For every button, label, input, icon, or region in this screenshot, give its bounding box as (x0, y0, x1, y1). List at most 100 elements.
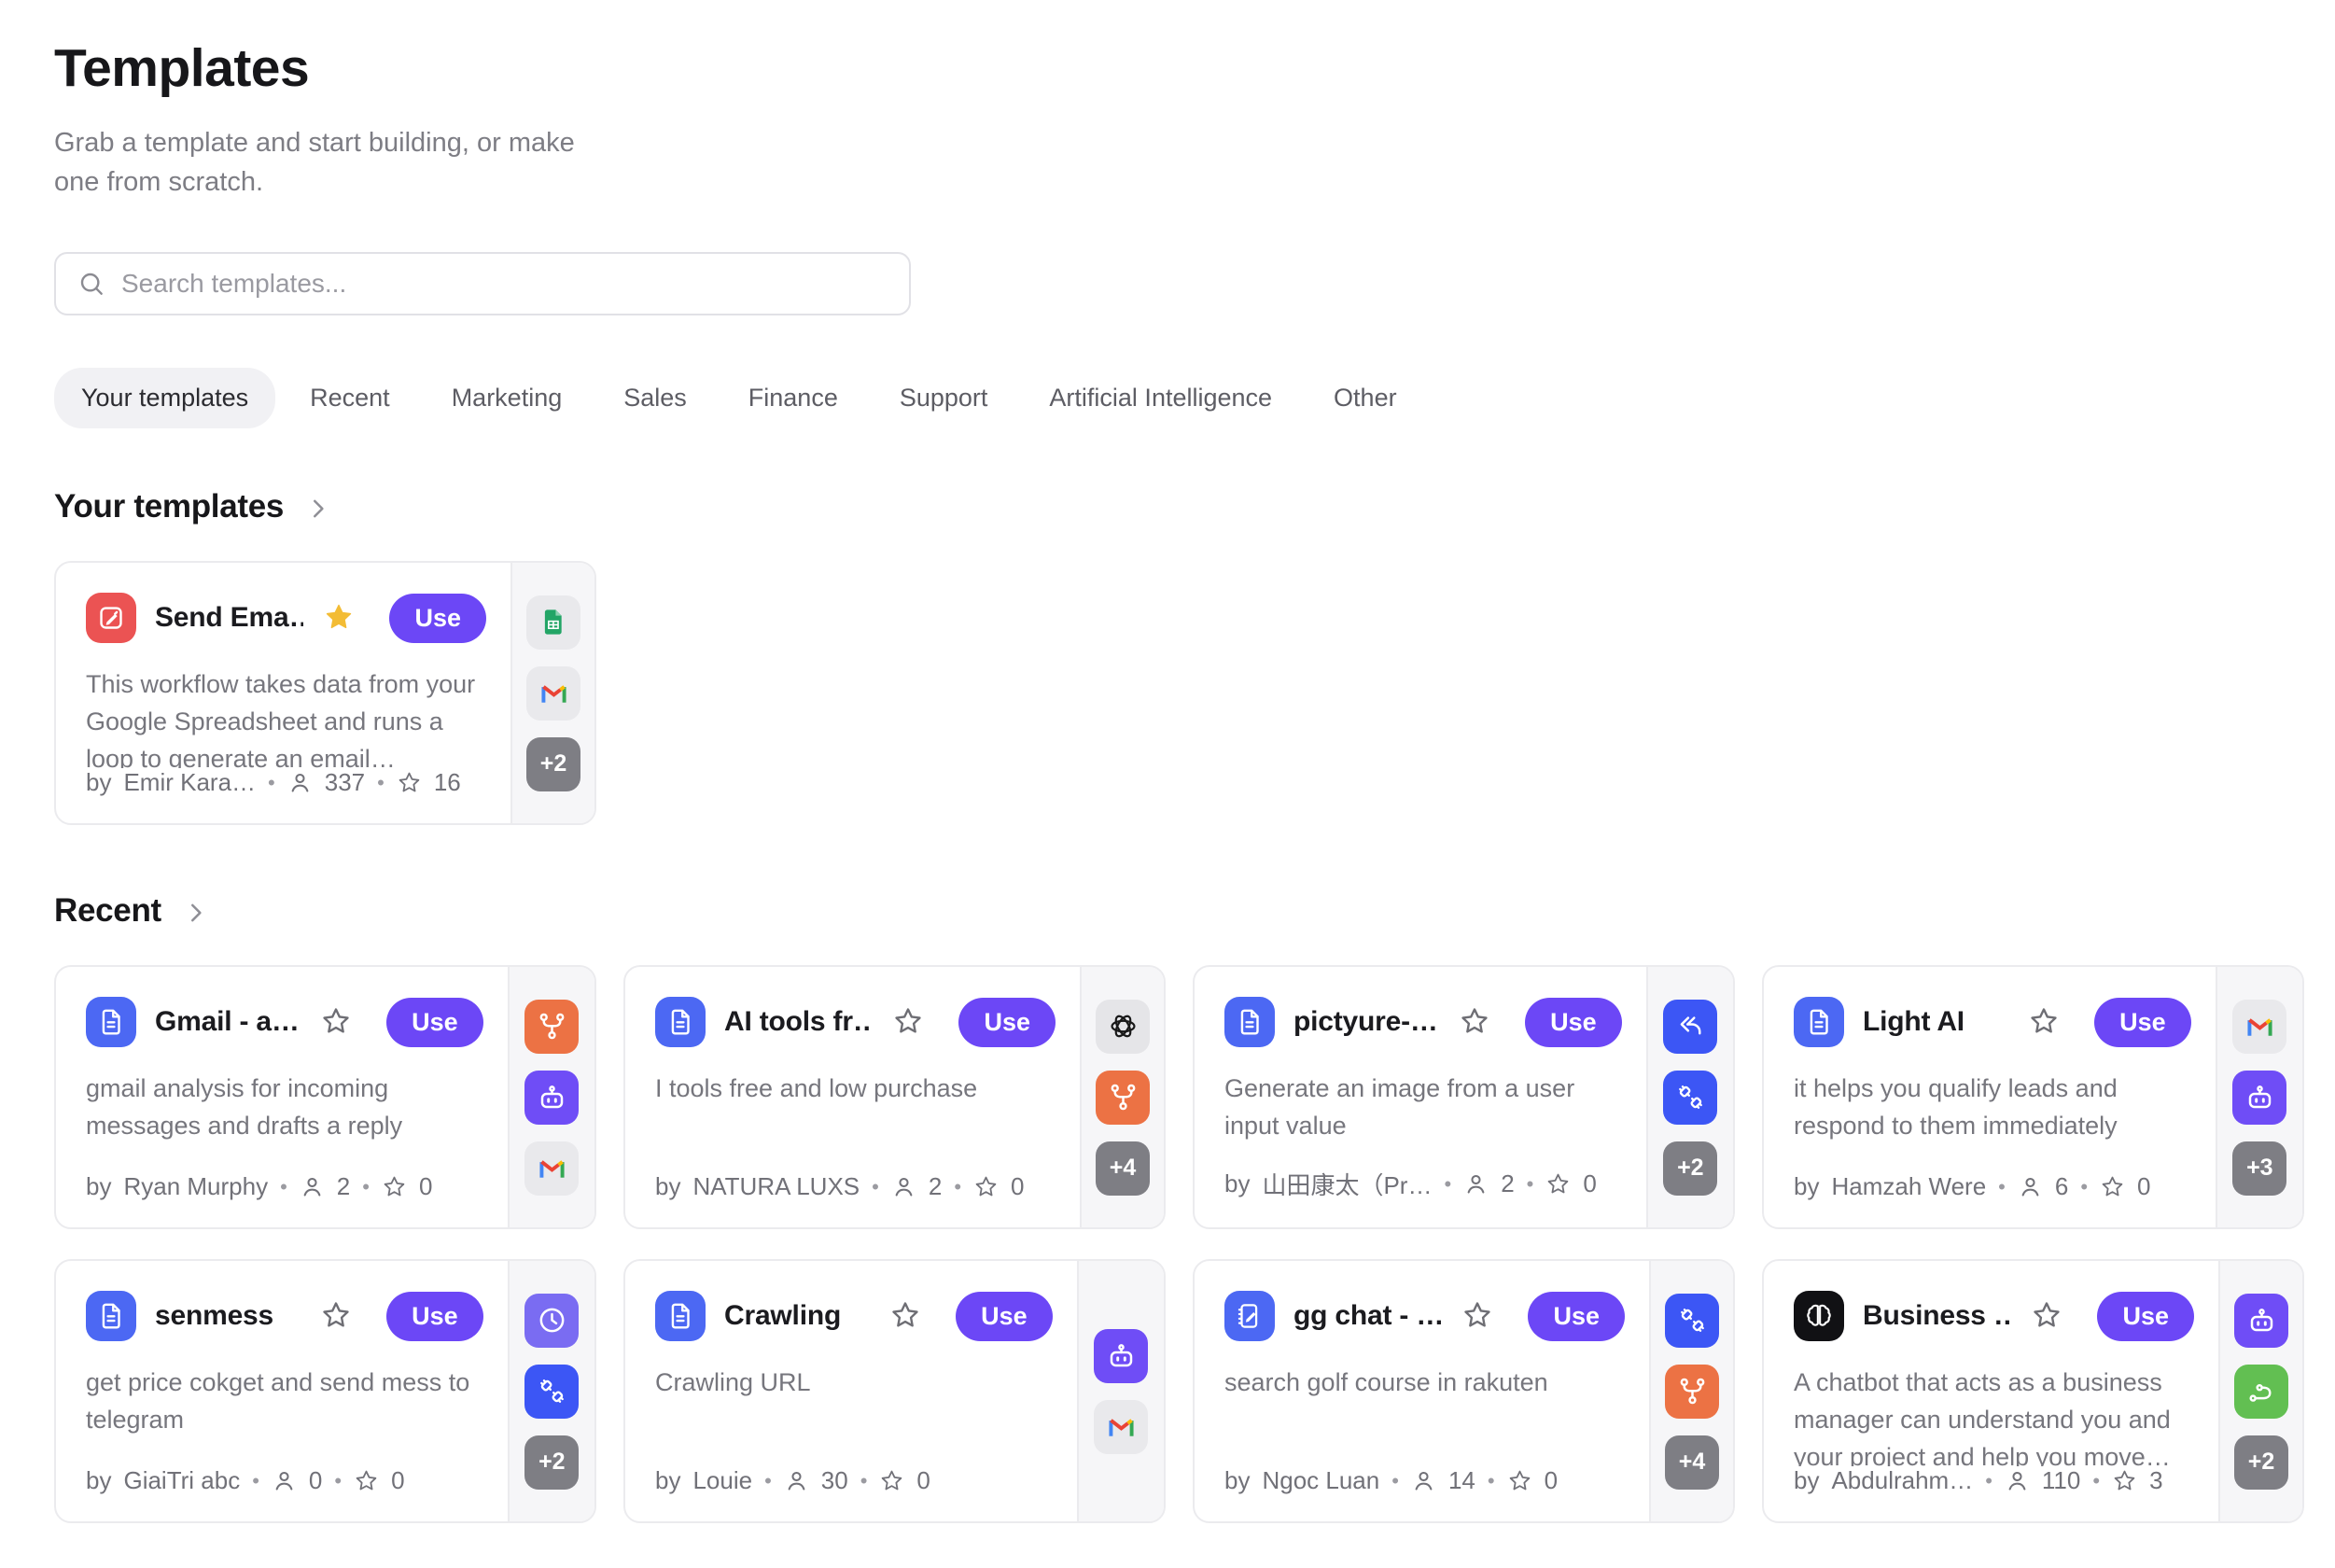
template-card[interactable]: pictyure-… Use Generate an image from a … (1193, 965, 1735, 1229)
use-button[interactable]: Use (2094, 998, 2191, 1047)
tab-artificial-intelligence[interactable]: Artificial Intelligence (1022, 368, 1299, 428)
favorite-star-filled-icon[interactable] (322, 601, 356, 635)
template-title: Light AI (1863, 1006, 2008, 1038)
template-title: gg chat - … (1293, 1300, 1442, 1332)
person-icon (287, 770, 313, 795)
person-icon (1463, 1171, 1489, 1197)
dot-separator: • (860, 1469, 868, 1493)
template-description: Generate an image from a user input valu… (1224, 1070, 1622, 1144)
use-button[interactable]: Use (956, 1292, 1053, 1341)
tab-support[interactable]: Support (873, 368, 1015, 428)
document-icon (1224, 997, 1275, 1047)
chevron-right-icon[interactable] (182, 899, 210, 927)
use-button[interactable]: Use (1525, 998, 1622, 1047)
author-name: Louie (692, 1466, 752, 1495)
search-bar (54, 252, 911, 315)
gmail-icon (2232, 1000, 2286, 1054)
plug-icon (1663, 1071, 1717, 1125)
dot-separator: • (2092, 1469, 2100, 1493)
author-name: Emir Kara… (123, 768, 256, 797)
robot-icon (524, 1071, 579, 1125)
stars-count: 0 (1011, 1172, 1024, 1201)
template-card[interactable]: AI tools fr… Use I tools free and low pu… (623, 965, 1166, 1229)
dot-separator: • (334, 1469, 342, 1493)
chevron-right-icon[interactable] (304, 495, 332, 523)
dot-separator: • (1444, 1172, 1451, 1197)
template-title: Gmail - a… (155, 1006, 301, 1038)
template-meta: by 山田康太（Pr… • 2 • 0 (1224, 1167, 1622, 1201)
favorite-star-icon[interactable] (319, 1005, 353, 1039)
use-button[interactable]: Use (386, 998, 483, 1047)
users-count: 14 (1448, 1466, 1475, 1495)
template-app-icons (508, 967, 594, 1227)
stars-count: 0 (1545, 1466, 1558, 1495)
star-outline-icon (397, 770, 422, 795)
tab-other[interactable]: Other (1307, 368, 1424, 428)
tab-sales[interactable]: Sales (596, 368, 714, 428)
template-card[interactable]: Gmail - a… Use gmail analysis for incomi… (54, 965, 596, 1229)
person-icon (272, 1468, 297, 1493)
by-label: by (86, 768, 111, 797)
person-icon (891, 1174, 916, 1199)
person-icon (300, 1174, 325, 1199)
stars-count: 3 (2149, 1466, 2162, 1495)
document-icon (1794, 997, 1844, 1047)
template-app-icons: +2 (2218, 1261, 2302, 1521)
template-card[interactable]: Crawling Use Crawling URL by Louie • 30 … (623, 1259, 1166, 1523)
stars-count: 0 (916, 1466, 930, 1495)
template-card-main: senmess Use get price cokget and send me… (56, 1261, 508, 1521)
tab-marketing[interactable]: Marketing (425, 368, 590, 428)
template-title: Business … (1863, 1300, 2011, 1332)
template-description: gmail analysis for incoming messages and… (86, 1070, 483, 1144)
template-app-icons (1077, 1261, 1164, 1521)
favorite-star-icon[interactable] (319, 1299, 353, 1333)
template-app-icons: +2 (1646, 967, 1733, 1227)
dot-separator: • (1985, 1469, 1992, 1493)
template-card[interactable]: gg chat - … Use search golf course in ra… (1193, 1259, 1735, 1523)
gmail-icon (526, 666, 580, 721)
more-apps-badge: +2 (1663, 1141, 1717, 1196)
use-button[interactable]: Use (2097, 1292, 2194, 1341)
favorite-star-icon[interactable] (2027, 1005, 2061, 1039)
template-card[interactable]: Send Ema… Use This workflow takes data f… (54, 561, 596, 825)
template-card-header: Crawling Use (655, 1291, 1053, 1341)
author-name: Ryan Murphy (123, 1172, 268, 1201)
by-label: by (86, 1466, 111, 1495)
template-card-header: gg chat - … Use (1224, 1291, 1625, 1341)
template-description: search golf course in rakuten (1224, 1364, 1625, 1401)
template-card[interactable]: Light AI Use it helps you qualify leads … (1762, 965, 2304, 1229)
clock-icon (524, 1294, 579, 1348)
users-count: 30 (821, 1466, 848, 1495)
openai-icon (1096, 1000, 1150, 1054)
template-card[interactable]: senmess Use get price cokget and send me… (54, 1259, 596, 1523)
use-button[interactable]: Use (386, 1292, 483, 1341)
use-button[interactable]: Use (958, 998, 1056, 1047)
dot-separator: • (1998, 1175, 2006, 1199)
favorite-star-icon[interactable] (891, 1005, 925, 1039)
recent-grid: Gmail - a… Use gmail analysis for incomi… (54, 965, 2335, 1523)
users-count: 2 (1501, 1169, 1514, 1198)
template-card-main: Crawling Use Crawling URL by Louie • 30 … (625, 1261, 1077, 1521)
favorite-star-icon[interactable] (1461, 1299, 1494, 1333)
section-header: Your templates (54, 488, 2335, 525)
tab-recent[interactable]: Recent (283, 368, 417, 428)
star-outline-icon (1545, 1171, 1571, 1197)
users-count: 0 (309, 1466, 322, 1495)
gmail-icon (524, 1141, 579, 1196)
template-card[interactable]: Business … Use A chatbot that acts as a … (1762, 1259, 2304, 1523)
favorite-star-icon[interactable] (1458, 1005, 1491, 1039)
use-button[interactable]: Use (1528, 1292, 1625, 1341)
template-description: get price cokget and send mess to telegr… (86, 1364, 483, 1438)
document-icon (86, 1291, 136, 1341)
favorite-star-icon[interactable] (888, 1299, 922, 1333)
pencil-square-icon (86, 593, 136, 643)
search-input[interactable] (121, 269, 888, 299)
use-button[interactable]: Use (389, 594, 486, 643)
more-apps-badge: +3 (2232, 1141, 2286, 1196)
tab-finance[interactable]: Finance (721, 368, 865, 428)
google-sheets-icon (526, 595, 580, 650)
dot-separator: • (362, 1175, 370, 1199)
tab-your-templates[interactable]: Your templates (54, 368, 275, 428)
template-app-icons: +3 (2216, 967, 2302, 1227)
favorite-star-icon[interactable] (2030, 1299, 2063, 1333)
